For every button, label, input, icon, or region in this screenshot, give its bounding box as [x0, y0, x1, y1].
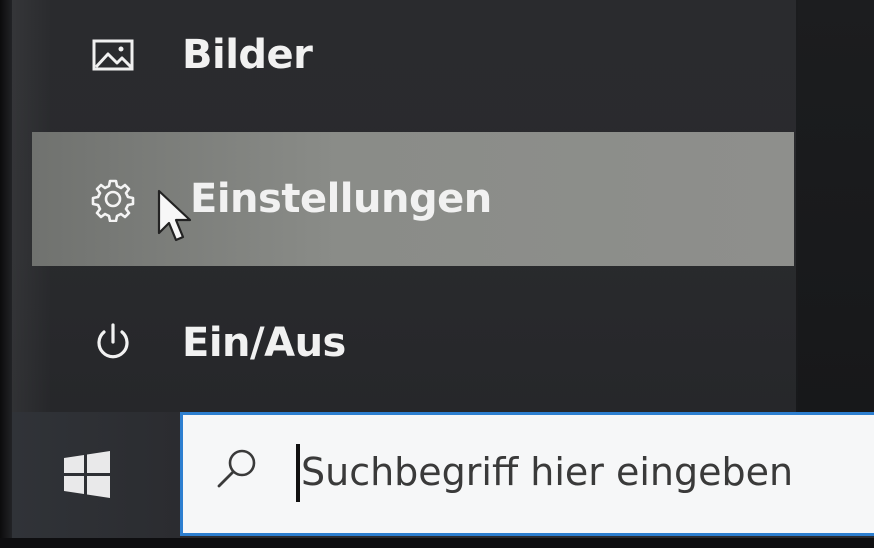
start-menu-item-label: Einstellungen	[190, 176, 492, 222]
start-menu-item-einstellungen[interactable]: Einstellungen	[32, 132, 794, 266]
search-icon	[217, 449, 256, 488]
mouse-pointer-icon	[157, 189, 192, 242]
start-button[interactable]	[12, 412, 180, 538]
start-menu-item-label: Bilder	[182, 32, 313, 78]
start-menu-item-bilder[interactable]: Bilder	[32, 0, 794, 122]
screen: Bilder Einstellungen Ein/Aus	[0, 0, 874, 548]
search-input[interactable]	[301, 437, 861, 507]
screen-bezel-bottom	[0, 538, 874, 548]
start-menu-item-ein-aus[interactable]: Ein/Aus	[32, 276, 794, 410]
taskbar-search-box[interactable]	[180, 412, 874, 536]
start-menu-item-label: Ein/Aus	[182, 320, 346, 366]
text-caret	[296, 444, 300, 502]
windows-logo-icon	[64, 451, 110, 498]
pictures-icon	[86, 28, 140, 82]
screen-bezel	[0, 0, 12, 548]
gear-icon	[86, 172, 140, 226]
start-menu-tile-area	[798, 0, 874, 412]
power-icon	[86, 316, 140, 370]
